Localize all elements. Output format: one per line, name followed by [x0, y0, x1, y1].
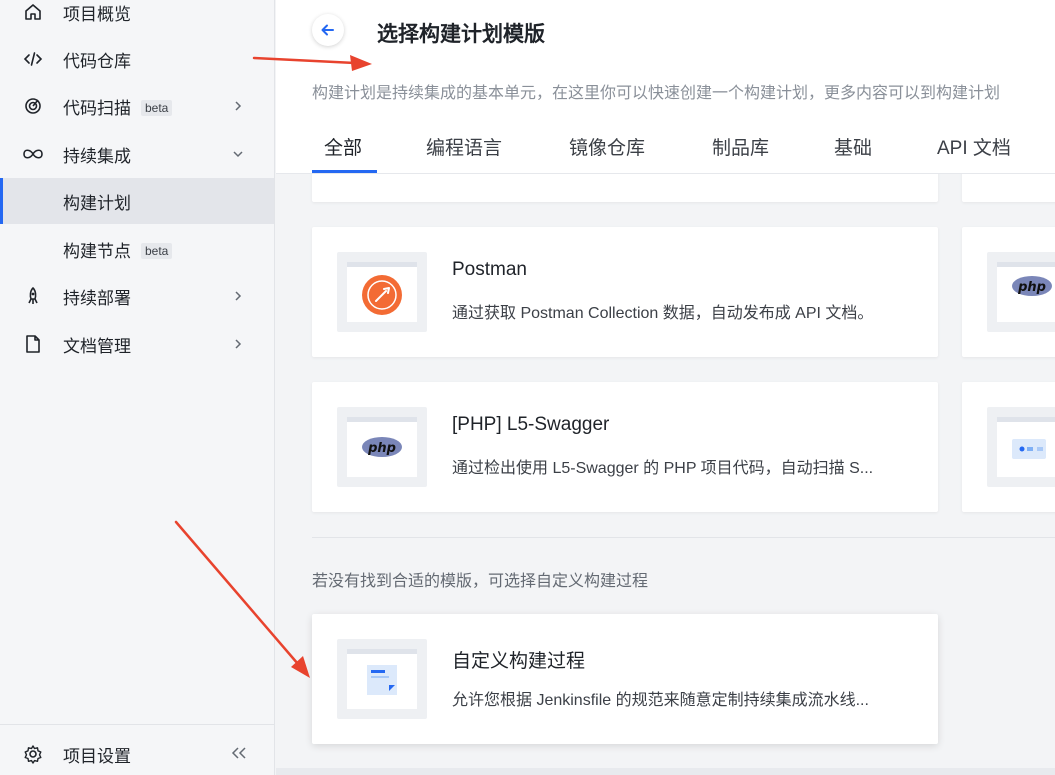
sidebar-item-docs[interactable]: 文档管理: [0, 321, 274, 367]
template-card-custom[interactable]: 自定义构建过程 允许您根据 Jenkinsfile 的规范来随意定制持续集成流水…: [312, 614, 938, 744]
template-thumbnail: [337, 252, 427, 332]
tab-artifact-repo[interactable]: 制品库: [712, 128, 769, 174]
template-title: 自定义构建过程: [452, 651, 586, 672]
page-header: 选择构建计划模版 构建计划是持续集成的基本单元，在这里你可以快速创建一个构建计划…: [276, 0, 1055, 174]
svg-text:php: php: [1017, 280, 1046, 295]
beta-badge: beta: [141, 243, 173, 260]
sidebar-item-label: 持续集成: [63, 146, 131, 166]
sidebar-item-build-node[interactable]: 构建节点 beta: [0, 226, 274, 272]
sidebar-item-cd[interactable]: 持续部署: [0, 273, 274, 319]
sidebar-item-label: 构建计划: [63, 193, 131, 213]
bottom-strip: [276, 768, 1055, 775]
template-card-php-right[interactable]: php: [962, 227, 1055, 357]
sidebar-item-overview[interactable]: 项目概览: [0, 0, 274, 35]
tab-all[interactable]: 全部: [312, 128, 377, 174]
code-icon: [22, 48, 44, 70]
scan-icon: [22, 95, 44, 117]
sidebar: 项目概览 代码仓库 代码扫描 beta 持续集成 构建计划 构建节点 beta: [0, 0, 275, 775]
template-description: 通过检出使用 L5-Swagger 的 PHP 项目代码，自动扫描 S...: [452, 460, 874, 477]
pipeline-icon: [1012, 439, 1046, 459]
arrow-left-icon: [321, 24, 334, 36]
tab-api-docs[interactable]: API 文档: [937, 128, 1011, 174]
sidebar-item-code-repo[interactable]: 代码仓库: [0, 36, 274, 82]
sidebar-item-code-scan[interactable]: 代码扫描 beta: [0, 83, 274, 129]
sidebar-item-build-plan[interactable]: 构建计划: [0, 178, 274, 224]
rocket-icon: [22, 285, 44, 307]
php-logo-icon: php: [362, 437, 402, 457]
template-title: [PHP] L5-Swagger: [452, 414, 610, 435]
tab-image-registry[interactable]: 镜像仓库: [569, 128, 645, 174]
chevron-right-icon: [230, 336, 246, 352]
double-chevron-left-icon: [231, 747, 246, 759]
sidebar-item-ci[interactable]: 持续集成: [0, 131, 274, 177]
chevron-down-icon: [230, 146, 246, 162]
chevron-right-icon: [230, 288, 246, 304]
gear-icon: [22, 743, 44, 765]
back-button[interactable]: [312, 14, 344, 46]
sidebar-item-label: 代码仓库: [63, 51, 131, 71]
custom-hint: 若没有找到合适的模版，可选择自定义构建过程: [312, 573, 649, 590]
template-description: 通过获取 Postman Collection 数据，自动发布成 API 文档。: [452, 305, 874, 322]
sidebar-item-label: 文档管理: [63, 336, 131, 356]
template-card-right-partial[interactable]: [962, 382, 1055, 512]
section-divider: [312, 537, 1055, 538]
chevron-right-icon: [230, 98, 246, 114]
template-thumbnail: [987, 407, 1055, 487]
infinity-icon: [22, 143, 44, 165]
tab-basic[interactable]: 基础: [834, 128, 872, 174]
collapse-sidebar-button[interactable]: [228, 742, 250, 764]
template-card-l5-swagger[interactable]: php [PHP] L5-Swagger 通过检出使用 L5-Swagger 的…: [312, 382, 938, 512]
template-thumbnail: php: [337, 407, 427, 487]
svg-text:php: php: [367, 441, 396, 456]
main-content: 选择构建计划模版 构建计划是持续集成的基本单元，在这里你可以快速创建一个构建计划…: [276, 0, 1055, 775]
sidebar-footer: 项目设置: [0, 724, 274, 775]
template-thumbnail: [337, 639, 427, 719]
document-icon: [22, 333, 44, 355]
postman-logo-icon: [362, 275, 402, 315]
sidebar-item-label: 持续部署: [63, 288, 131, 308]
sidebar-item-label: 项目概览: [63, 4, 131, 24]
php-logo-icon: php: [1012, 276, 1052, 296]
template-card-postman[interactable]: Postman 通过获取 Postman Collection 数据，自动发布成…: [312, 227, 938, 357]
page-title: 选择构建计划模版: [377, 23, 545, 46]
sidebar-item-label: 代码扫描: [63, 98, 131, 118]
settings-label: 项目设置: [63, 746, 131, 766]
beta-badge: beta: [141, 100, 173, 117]
template-thumbnail: php: [987, 252, 1055, 332]
template-description: 允许您根据 Jenkinsfile 的规范来随意定制持续集成流水线...: [452, 692, 869, 709]
home-icon: [22, 1, 44, 23]
sidebar-item-label: 构建节点: [63, 241, 131, 261]
custom-file-icon: [367, 665, 397, 695]
page-subtitle: 构建计划是持续集成的基本单元，在这里你可以快速创建一个构建计划，更多内容可以到构…: [312, 85, 1001, 102]
template-title: Postman: [452, 259, 527, 280]
tab-programming-language[interactable]: 编程语言: [426, 128, 502, 174]
